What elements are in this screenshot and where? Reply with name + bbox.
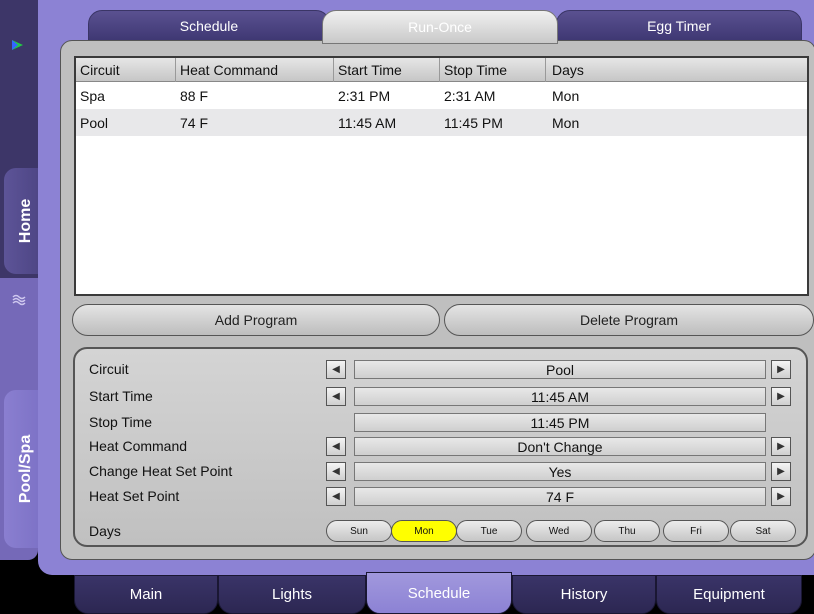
heat-set-point-next-button[interactable]: ▶ [771,487,791,506]
cell-stop-time: 11:45 PM [444,114,503,131]
start-time-next-button[interactable]: ▶ [771,387,791,406]
pool-icon [12,294,26,306]
program-table: Circuit Heat Command Start Time Stop Tim… [74,56,809,296]
column-header-heat-command[interactable]: Heat Command [176,57,334,82]
delete-program-button[interactable]: Delete Program [444,304,814,336]
column-header-stop-time[interactable]: Stop Time [440,57,546,82]
cell-start-time: 2:31 PM [338,87,391,104]
heat-set-point-prev-button[interactable]: ◀ [326,487,346,506]
setting-row-days: Days Sun Mon Tue Wed Thu Fri Sat [75,519,806,543]
heat-set-point-value: 74 F [354,487,766,506]
tab-run-once-label: Run-Once [408,19,472,35]
setting-row-heat-command: Heat Command ◀ Don't Change ▶ [75,436,806,457]
cell-heat-command: 88 F [180,87,209,104]
tab-schedule[interactable]: Schedule [88,10,330,42]
add-program-label: Add Program [214,312,298,328]
tab-egg-timer-label: Egg Timer [647,18,711,34]
setting-row-change-heat-set-point: Change Heat Set Point ◀ Yes ▶ [75,461,806,482]
setting-row-circuit: Circuit ◀ Pool ▶ [75,359,806,380]
table-header: Circuit Heat Command Start Time Stop Tim… [76,57,807,82]
bottom-tab-main-label: Main [129,586,163,603]
change-heat-set-point-value: Yes [354,462,766,481]
tab-run-once[interactable]: Run-Once [322,10,558,44]
heat-command-value: Don't Change [354,437,766,456]
bottom-tab-history-label: History [560,586,608,603]
arrow-right-icon: ▶ [777,491,785,502]
change-heat-set-point-label: Change Heat Set Point [89,463,233,479]
day-tue-button[interactable]: Tue [456,520,522,542]
stop-time-value: 11:45 PM [354,413,766,432]
arrow-right-icon: ▶ [777,441,785,452]
arrow-left-icon: ◀ [332,391,340,402]
arrow-icon[interactable] [9,36,27,54]
heat-command-next-button[interactable]: ▶ [771,437,791,456]
add-program-button[interactable]: Add Program [72,304,440,336]
circuit-next-button[interactable]: ▶ [771,360,791,379]
change-heat-set-point-next-button[interactable]: ▶ [771,462,791,481]
circuit-value: Pool [354,360,766,379]
arrow-right-icon: ▶ [777,391,785,402]
cell-days: Mon [552,114,580,131]
side-tab-home-label: Home [17,198,34,244]
bottom-tab-main[interactable]: Main [74,575,218,614]
side-tab-poolspa-label: Pool/Spa [17,434,34,504]
arrow-right-icon: ▶ [777,466,785,477]
day-sun-button[interactable]: Sun [326,520,392,542]
bottom-tab-lights-label: Lights [271,586,313,603]
cell-circuit: Pool [80,114,109,131]
change-heat-set-point-prev-button[interactable]: ◀ [326,462,346,481]
day-thu-button[interactable]: Thu [594,520,660,542]
program-settings: Circuit ◀ Pool ▶ Start Time ◀ 11:45 AM ▶… [73,347,808,547]
delete-program-label: Delete Program [579,312,679,328]
table-row[interactable]: Pool 74 F 11:45 AM 11:45 PM Mon [76,109,807,136]
start-time-value: 11:45 AM [354,387,766,406]
setting-row-start-time: Start Time ◀ 11:45 AM ▶ [75,386,806,407]
bottom-tab-equipment-label: Equipment [693,586,765,603]
day-sat-button[interactable]: Sat [730,520,796,542]
stop-time-label: Stop Time [89,414,153,430]
arrow-left-icon: ◀ [332,466,340,477]
bottom-tab-lights[interactable]: Lights [218,575,366,614]
setting-row-stop-time: Stop Time 11:45 PM [75,412,806,433]
day-mon-button[interactable]: Mon [391,520,457,542]
table-row[interactable]: Spa 88 F 2:31 PM 2:31 AM Mon [76,82,807,109]
column-header-circuit[interactable]: Circuit [76,57,176,82]
cell-heat-command: 74 F [180,114,209,131]
arrow-right-icon: ▶ [777,364,785,375]
day-fri-button[interactable]: Fri [663,520,729,542]
start-time-label: Start Time [89,388,153,404]
arrow-left-icon: ◀ [332,491,340,502]
tab-egg-timer[interactable]: Egg Timer [556,10,802,42]
bottom-tab-history[interactable]: History [512,575,656,614]
arrow-left-icon: ◀ [332,364,340,375]
bottom-tab-schedule-label: Schedule [407,584,471,602]
circuit-label: Circuit [89,361,129,377]
app-window: Home Pool/Spa Schedule Egg Timer Run-Onc… [0,0,814,614]
column-header-days[interactable]: Days [546,58,807,82]
day-wed-button[interactable]: Wed [526,520,592,542]
column-header-start-time[interactable]: Start Time [334,57,440,82]
cell-circuit: Spa [80,87,105,104]
arrow-left-icon: ◀ [332,441,340,452]
bottom-tab-equipment[interactable]: Equipment [656,575,802,614]
circuit-prev-button[interactable]: ◀ [326,360,346,379]
heat-command-label: Heat Command [89,438,188,454]
start-time-prev-button[interactable]: ◀ [326,387,346,406]
cell-stop-time: 2:31 AM [444,87,496,104]
heat-set-point-label: Heat Set Point [89,488,180,504]
setting-row-heat-set-point: Heat Set Point ◀ 74 F ▶ [75,486,806,507]
cell-start-time: 11:45 AM [338,114,397,131]
tab-schedule-label: Schedule [179,18,239,34]
bottom-tab-schedule[interactable]: Schedule [366,572,512,614]
heat-command-prev-button[interactable]: ◀ [326,437,346,456]
days-label: Days [89,523,121,539]
cell-days: Mon [552,87,580,104]
